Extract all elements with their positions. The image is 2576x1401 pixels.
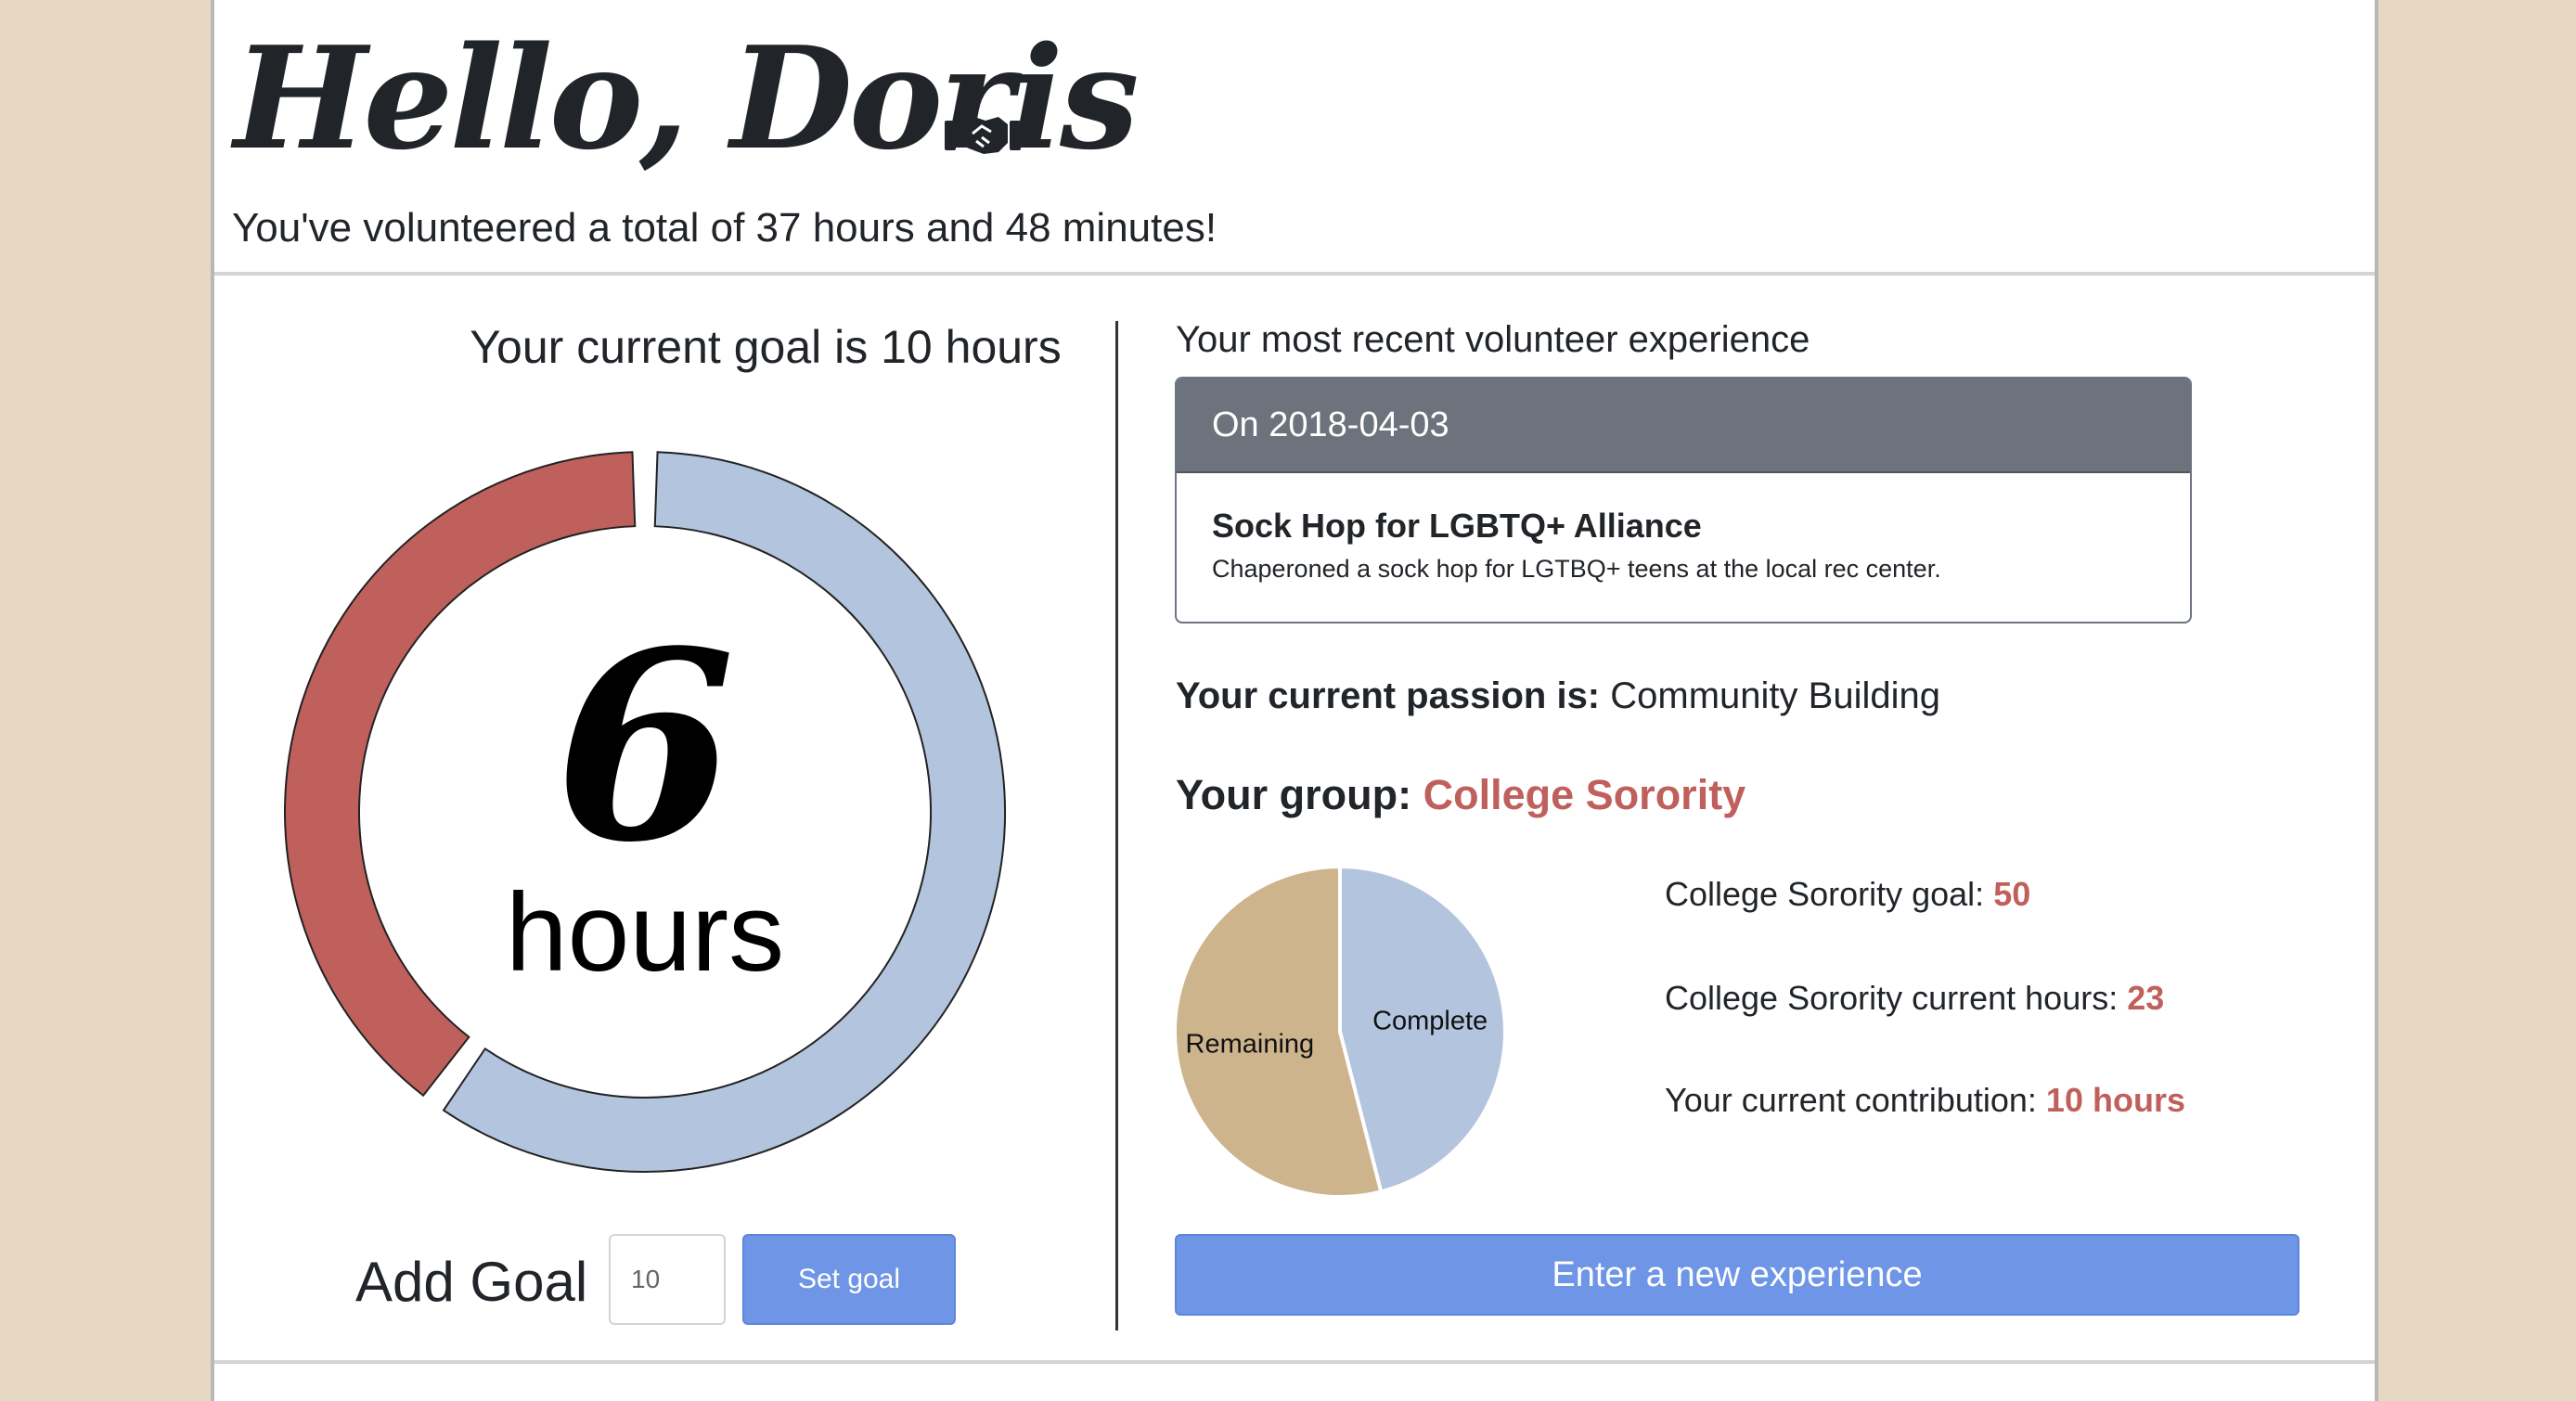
add-goal-label: Add Goal bbox=[355, 1251, 588, 1313]
group-label: Your group: bbox=[1176, 771, 1412, 818]
recent-experience-card: On 2018-04-03 Sock Hop for LGBTQ+ Allian… bbox=[1175, 377, 2192, 623]
group-line: Your group: College Sorority bbox=[1176, 772, 1745, 818]
group-name: College Sorority bbox=[1423, 771, 1746, 818]
contribution-value: 10 hours bbox=[2045, 1081, 2185, 1119]
group-goal-label: College Sorority goal: bbox=[1665, 875, 1985, 913]
group-goal-stat: College Sorority goal: 50 bbox=[1665, 876, 2030, 913]
group-hours-stat: College Sorority current hours: 23 bbox=[1665, 980, 2164, 1017]
header-divider bbox=[214, 272, 2375, 276]
new-experience-button[interactable]: Enter a new experience bbox=[1175, 1234, 2299, 1316]
group-goal-value: 50 bbox=[1993, 875, 2031, 913]
pie-label-complete: Complete bbox=[1372, 1007, 1488, 1036]
handshake-icon bbox=[945, 117, 1021, 154]
contribution-label: Your current contribution: bbox=[1665, 1081, 2037, 1119]
passion-label: Your current passion is: bbox=[1176, 675, 1601, 716]
group-hours-value: 23 bbox=[2127, 979, 2165, 1017]
passion-value: Community Building bbox=[1610, 675, 1940, 716]
contribution-stat: Your current contribution: 10 hours bbox=[1665, 1082, 2185, 1119]
experience-title: Sock Hop for LGBTQ+ Alliance bbox=[1212, 507, 1702, 545]
group-hours-label: College Sorority current hours: bbox=[1665, 979, 2119, 1017]
goal-hours-number: 6 bbox=[554, 595, 736, 900]
goal-hours-input[interactable] bbox=[609, 1234, 726, 1325]
recent-experience-title: Your most recent volunteer experience bbox=[1176, 319, 1810, 360]
set-goal-button[interactable]: Set goal bbox=[742, 1234, 956, 1325]
current-passion: Your current passion is: Community Build… bbox=[1176, 675, 1940, 716]
column-divider bbox=[1115, 321, 1118, 1330]
experience-description: Chaperoned a sock hop for LGTBQ+ teens a… bbox=[1212, 555, 1941, 583]
experience-date: On 2018-04-03 bbox=[1177, 379, 2190, 473]
footer-divider bbox=[214, 1360, 2375, 1364]
total-hours-text: You've volunteered a total of 37 hours a… bbox=[232, 205, 1217, 251]
pie-label-remaining: Remaining bbox=[1186, 1029, 1315, 1059]
group-pie-chart: Complete Remaining bbox=[1173, 864, 1507, 1199]
goal-title: Your current goal is 10 hours bbox=[470, 321, 1062, 373]
goal-hours-unit: hours bbox=[505, 870, 785, 995]
